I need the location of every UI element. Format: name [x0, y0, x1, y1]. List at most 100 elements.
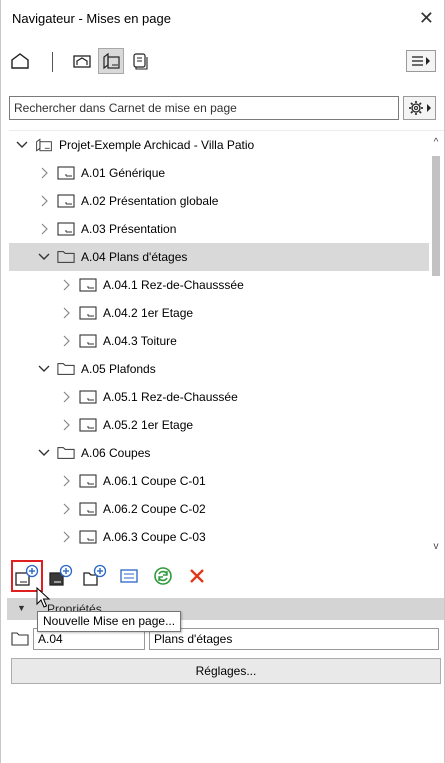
tree-item[interactable]: A.04.1 Rez-de-Chausssée: [9, 271, 429, 299]
chevron-right-icon[interactable]: [59, 307, 73, 319]
layout-book-icon: [35, 137, 53, 153]
tree-item[interactable]: Projet-Exemple Archicad - Villa Patio: [9, 131, 429, 159]
chevron-right-icon[interactable]: [59, 279, 73, 291]
tree-item-label: A.06.2 Coupe C-02: [103, 502, 206, 516]
tree-item[interactable]: A.02 Présentation globale: [9, 187, 429, 215]
folder-icon: [11, 632, 29, 649]
tree-item-label: A.04.2 1er Etage: [103, 306, 194, 320]
scroll-up-icon[interactable]: ^: [430, 136, 442, 148]
tree-item-label: A.04 Plans d'étages: [81, 250, 188, 264]
layout-list-button[interactable]: [113, 560, 145, 592]
tree-item-label: A.04.3 Toiture: [103, 334, 177, 348]
title-bar: Navigateur - Mises en page ✕: [1, 0, 444, 38]
tree-item[interactable]: A.06.2 Coupe C-02: [9, 495, 429, 523]
scroll-down-icon[interactable]: v: [430, 540, 442, 552]
new-layout-tooltip: Nouvelle Mise en page...: [37, 611, 182, 632]
collapse-triangle-icon[interactable]: ▼: [17, 603, 26, 613]
view-map-button[interactable]: [69, 48, 95, 74]
tree-item[interactable]: A.04.3 Toiture: [9, 327, 429, 355]
gear-icon: [408, 101, 431, 115]
update-button[interactable]: [147, 560, 179, 592]
mouse-cursor-icon: [36, 587, 51, 608]
project-map-icon: [11, 53, 29, 69]
layout-icon: [79, 417, 97, 433]
search-row: [1, 96, 444, 122]
tree-item[interactable]: A.04.2 1er Etage: [9, 299, 429, 327]
toolbar-divider: [52, 52, 53, 72]
delete-icon: [190, 569, 204, 583]
chevron-right-icon[interactable]: [59, 531, 73, 543]
tree-item-label: Projet-Exemple Archicad - Villa Patio: [59, 138, 255, 152]
tree-item-label: A.03 Présentation: [81, 222, 177, 236]
view-map-icon: [73, 55, 91, 68]
scroll-thumb[interactable]: [432, 156, 440, 276]
publisher-icon: [133, 53, 148, 70]
layout-icon: [57, 193, 75, 209]
tree-item[interactable]: A.01 Générique: [9, 159, 429, 187]
layout-icon: [79, 389, 97, 405]
layout-tree: Projet-Exemple Archicad - Villa Patio A.0…: [9, 130, 444, 552]
layout-icon: [79, 305, 97, 321]
chevron-down-icon[interactable]: [37, 448, 51, 458]
chevron-down-icon[interactable]: [37, 364, 51, 374]
tree-item[interactable]: A.05 Plafonds: [9, 355, 429, 383]
menu-icon: [412, 56, 430, 66]
tree-item[interactable]: A.03 Présentation: [9, 215, 429, 243]
chevron-right-icon[interactable]: [37, 195, 51, 207]
chevron-right-icon[interactable]: [59, 475, 73, 487]
name-field[interactable]: Plans d'étages: [149, 628, 439, 650]
folder-icon: [57, 445, 75, 461]
tree-item[interactable]: A.06.3 Coupe C-03: [9, 523, 429, 551]
layout-icon: [57, 221, 75, 237]
search-input[interactable]: [9, 96, 399, 120]
view-mode-toolbar: [1, 48, 444, 78]
chevron-right-icon[interactable]: [37, 167, 51, 179]
tree-item-label: A.05.1 Rez-de-Chaussée: [103, 390, 238, 404]
tree-scrollbar[interactable]: ^ v: [430, 130, 442, 552]
new-folder-icon: [83, 564, 107, 586]
layout-book-button[interactable]: [98, 48, 124, 74]
tree-item-label: A.06.1 Coupe C-01: [103, 474, 206, 488]
new-master-layout-icon: [49, 564, 73, 586]
new-layout-icon: [15, 564, 39, 586]
chevron-right-icon[interactable]: [37, 223, 51, 235]
close-icon[interactable]: ✕: [419, 8, 434, 29]
chevron-down-icon[interactable]: [37, 252, 51, 262]
chevron-right-icon[interactable]: [59, 503, 73, 515]
layout-icon: [79, 529, 97, 545]
settings-button[interactable]: Réglages...: [11, 658, 441, 684]
tree-item-label: A.06 Coupes: [81, 446, 151, 460]
tree-item[interactable]: A.05.2 1er Etage: [9, 411, 429, 439]
tree-item[interactable]: A.04 Plans d'étages: [9, 243, 429, 271]
chevron-right-icon[interactable]: [59, 391, 73, 403]
tree-item-label: A.01 Générique: [81, 166, 166, 180]
tree-item-label: A.05 Plafonds: [81, 362, 156, 376]
tree-item-label: A.06.3 Coupe C-03: [103, 530, 206, 544]
tree-item-label: A.02 Présentation globale: [81, 194, 219, 208]
layout-icon: [79, 333, 97, 349]
project-map-button[interactable]: [7, 48, 33, 74]
refresh-icon: [154, 567, 172, 585]
tree-item[interactable]: A.06 Coupes: [9, 439, 429, 467]
layout-book-icon: [103, 52, 120, 70]
chevron-right-icon[interactable]: [59, 335, 73, 347]
chevron-down-icon[interactable]: [15, 140, 29, 150]
folder-icon: [57, 361, 75, 377]
chevron-right-icon[interactable]: [59, 419, 73, 431]
search-settings-button[interactable]: [403, 96, 436, 120]
navigator-panel: Navigateur - Mises en page ✕ Projet-Exem…: [0, 0, 445, 763]
tree-item-label: A.04.1 Rez-de-Chausssée: [103, 278, 244, 292]
layout-icon: [79, 277, 97, 293]
tree-item[interactable]: A.05.1 Rez-de-Chaussée: [9, 383, 429, 411]
delete-button[interactable]: [181, 560, 213, 592]
window-title: Navigateur - Mises en page: [12, 11, 171, 26]
list-icon: [120, 569, 138, 583]
layout-icon: [79, 473, 97, 489]
tree-item-label: A.05.2 1er Etage: [103, 418, 194, 432]
new-subset-button[interactable]: [79, 560, 111, 592]
panel-menu-button[interactable]: [406, 50, 436, 72]
tree-item[interactable]: A.06.1 Coupe C-01: [9, 467, 429, 495]
layout-icon: [79, 501, 97, 517]
folder-icon: [57, 249, 75, 265]
publisher-button[interactable]: [127, 48, 153, 74]
